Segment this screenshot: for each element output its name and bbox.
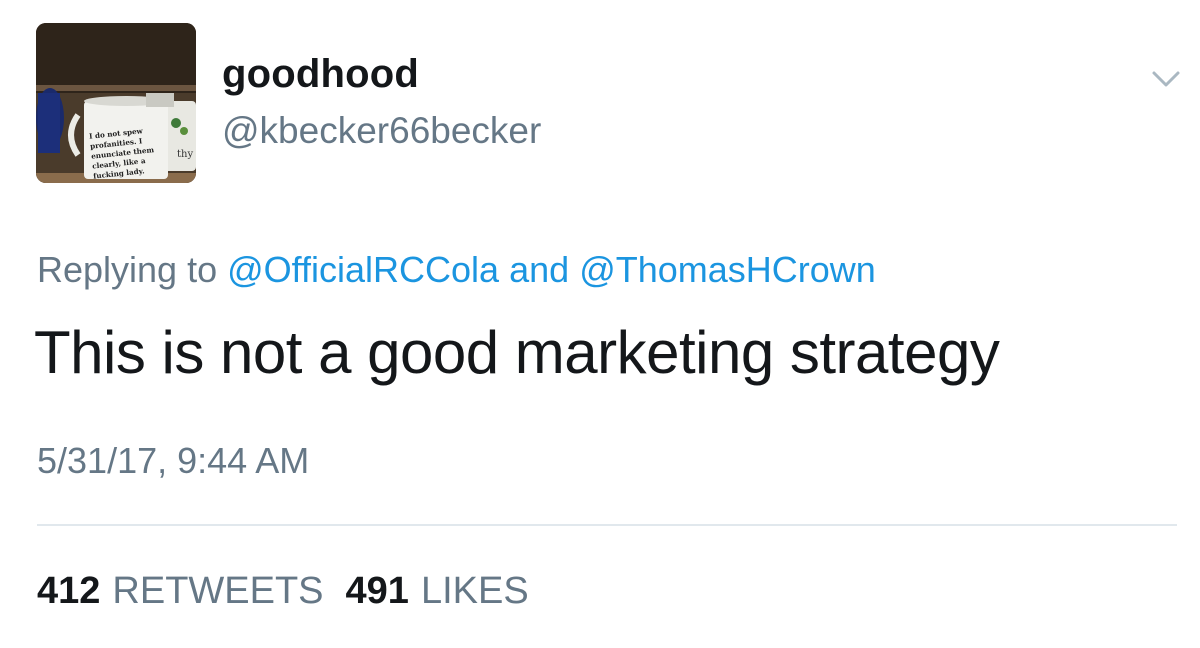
tweet-stats: 412 RETWEETS 491 LIKES	[37, 570, 551, 613]
avatar[interactable]: I do not spew profanities. I enunciate t…	[36, 23, 196, 183]
mention-link[interactable]: @ThomasHCrown	[579, 249, 876, 290]
tweet-menu-button[interactable]	[1146, 64, 1186, 94]
retweets-count: 412	[37, 570, 101, 612]
tweet-detail: I do not spew profanities. I enunciate t…	[0, 0, 1200, 648]
display-name[interactable]: goodhood	[222, 52, 419, 97]
divider	[37, 524, 1177, 526]
tweet-text: This is not a good marketing strategy	[34, 319, 1000, 386]
retweets-stat[interactable]: 412 RETWEETS	[37, 570, 324, 613]
user-handle[interactable]: @kbecker66becker	[222, 110, 541, 152]
replying-to-joiner[interactable]: and	[509, 249, 569, 290]
retweets-label: RETWEETS	[112, 570, 324, 612]
likes-label: LIKES	[420, 570, 529, 612]
mention-link[interactable]: @OfficialRCCola	[227, 249, 499, 290]
likes-stat[interactable]: 491 LIKES	[346, 570, 529, 613]
avatar-side-text: thy	[177, 149, 193, 160]
replying-to-prefix: Replying to	[37, 249, 218, 290]
chevron-down-icon	[1152, 71, 1180, 87]
avatar-image: I do not spew profanities. I enunciate t…	[36, 23, 196, 183]
replying-to: Replying to @OfficialRCCola and @ThomasH…	[37, 249, 876, 291]
tweet-timestamp[interactable]: 5/31/17, 9:44 AM	[37, 440, 309, 482]
likes-count: 491	[345, 570, 409, 612]
